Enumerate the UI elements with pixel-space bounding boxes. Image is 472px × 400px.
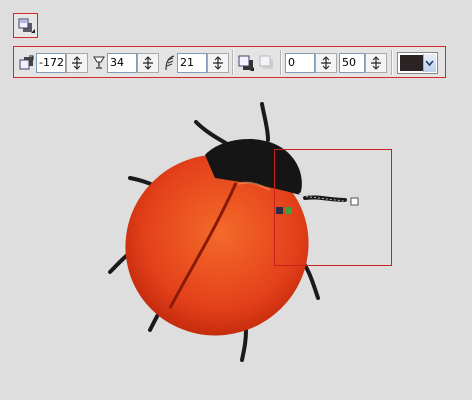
ladybug-image[interactable]	[0, 0, 472, 400]
selection-marquee[interactable]	[274, 149, 392, 266]
